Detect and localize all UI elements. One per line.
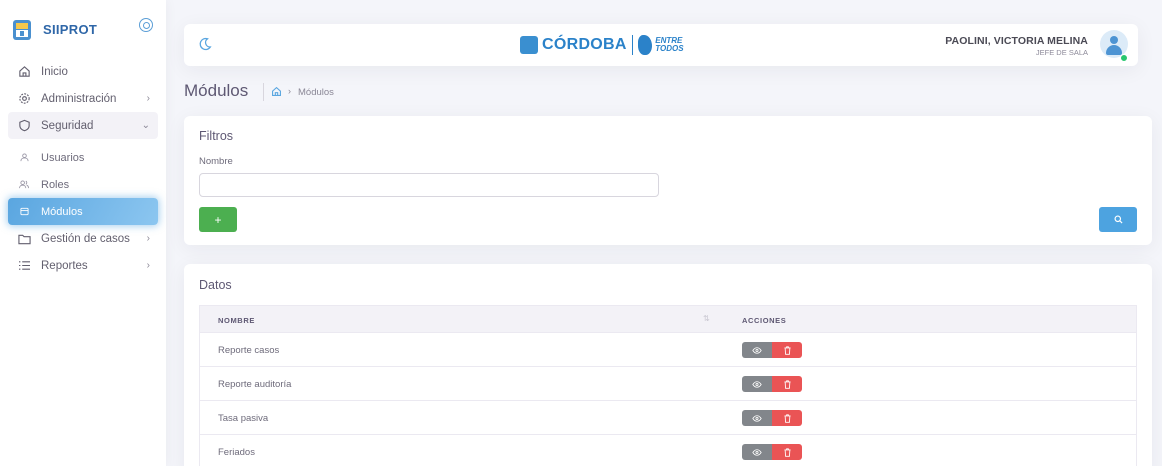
logo-tagline-line-2: TODOS [655, 44, 684, 53]
home-icon [17, 65, 31, 79]
delete-button[interactable] [772, 410, 802, 426]
view-button[interactable] [742, 444, 772, 460]
delete-button[interactable] [772, 376, 802, 392]
table-row: Reporte casos [199, 333, 1137, 367]
chevron-right-icon: › [146, 93, 150, 104]
cordoba-logo-text: CÓRDOBA [542, 36, 627, 53]
data-title: Datos [199, 278, 232, 292]
row-name: Tasa pasiva [218, 413, 269, 424]
plus-icon: + [214, 212, 222, 227]
breadcrumb-home-icon[interactable] [271, 86, 282, 100]
trash-icon [783, 345, 791, 355]
table-row: Tasa pasiva [199, 401, 1137, 435]
breadcrumb-divider [263, 83, 264, 101]
data-table: NOMBRE ⇅ ACCIONES Reporte casos Reporte … [199, 305, 1137, 466]
table-header: NOMBRE ⇅ ACCIONES [199, 305, 1137, 333]
user-role: JEFE DE SALA [1035, 48, 1088, 57]
sidebar-item-gestion-de-casos[interactable]: Gestión de casos › [0, 225, 166, 252]
sidebar-item-label: Seguridad [41, 119, 94, 132]
logo-tagline: ENTRE TODOS [655, 37, 683, 53]
sidebar-item-label: Roles [41, 178, 70, 191]
row-name: Reporte casos [218, 345, 280, 356]
sidebar-item-label: Inicio [41, 65, 68, 78]
add-button[interactable]: + [199, 207, 237, 232]
trash-icon [783, 413, 791, 423]
user-icon [19, 151, 29, 165]
delete-button[interactable] [772, 342, 802, 358]
brand-name[interactable]: SIIPROT [43, 22, 97, 37]
shield-icon [17, 119, 31, 133]
eye-icon [752, 448, 762, 456]
table-row: Reporte auditoría [199, 367, 1137, 401]
top-navbar: CÓRDOBA ENTRE TODOS PAOLINI, VICTORIA ME… [184, 24, 1138, 66]
avatar-body [1106, 45, 1122, 55]
chevron-right-icon: › [146, 260, 150, 271]
view-button[interactable] [742, 342, 772, 358]
chevron-down-icon: ⌄ [141, 120, 150, 131]
sidebar-item-roles[interactable]: Roles [0, 171, 166, 198]
eye-icon [752, 346, 762, 354]
sidebar-item-label: Módulos [41, 205, 83, 218]
breadcrumb-chevron-icon: › [288, 86, 291, 96]
cordoba-map-icon [638, 35, 653, 55]
online-status-dot [1120, 54, 1128, 62]
name-label: Nombre [199, 156, 233, 167]
sidebar-item-label: Gestión de casos [41, 232, 130, 245]
brand-logo-icon [13, 20, 31, 40]
eye-icon [752, 380, 762, 388]
sidebar-item-inicio[interactable]: Inicio [0, 58, 166, 85]
eye-icon [752, 414, 762, 422]
sidebar-item-reportes[interactable]: Reportes › [0, 252, 166, 279]
column-header-acciones: ACCIONES [742, 316, 787, 325]
breadcrumb-current: Módulos [298, 87, 334, 98]
settings-icon [17, 92, 31, 106]
name-input[interactable] [199, 173, 659, 197]
search-icon [1113, 215, 1123, 224]
cordoba-logo: CÓRDOBA ENTRE TODOS [520, 33, 684, 57]
brand: SIIPROT [0, 18, 166, 58]
folder-icon [17, 232, 31, 246]
moon-icon[interactable] [198, 37, 212, 51]
view-button[interactable] [742, 410, 772, 426]
sidebar: SIIPROT Inicio Administración › Segurida… [0, 0, 166, 466]
module-icon [19, 205, 29, 219]
avatar-head [1110, 36, 1118, 44]
user-name[interactable]: PAOLINI, VICTORIA MELINA [945, 35, 1088, 47]
cordoba-seal-icon [520, 36, 538, 54]
sort-icon[interactable]: ⇅ [703, 314, 710, 323]
table-row: Feriados [199, 435, 1137, 466]
delete-button[interactable] [772, 444, 802, 460]
sidebar-toggle-icon[interactable] [139, 18, 153, 32]
filters-card: Filtros Nombre + [184, 116, 1152, 245]
sidebar-item-administracion[interactable]: Administración › [0, 85, 166, 112]
view-button[interactable] [742, 376, 772, 392]
trash-icon [783, 379, 791, 389]
filters-title: Filtros [199, 129, 234, 143]
sidebar-nav: Inicio Administración › Seguridad ⌄ Usua… [0, 58, 166, 279]
list-icon [17, 259, 31, 273]
logo-divider [631, 35, 634, 55]
sidebar-item-usuarios[interactable]: Usuarios [0, 144, 166, 171]
chevron-right-icon: › [146, 233, 150, 244]
row-name: Feriados [218, 447, 255, 458]
data-card: Datos NOMBRE ⇅ ACCIONES Reporte casos Re… [184, 264, 1152, 466]
column-header-nombre[interactable]: NOMBRE [218, 316, 255, 325]
sidebar-item-seguridad[interactable]: Seguridad ⌄ [8, 112, 158, 139]
sidebar-item-modulos[interactable]: Módulos [8, 198, 158, 225]
sidebar-item-label: Usuarios [41, 151, 85, 164]
row-name: Reporte auditoría [218, 379, 292, 390]
search-button[interactable] [1099, 207, 1137, 232]
sidebar-item-label: Administración [41, 92, 117, 105]
users-icon [19, 178, 29, 192]
sidebar-item-label: Reportes [41, 259, 88, 272]
page-title: Módulos [184, 81, 249, 100]
trash-icon [783, 447, 791, 457]
